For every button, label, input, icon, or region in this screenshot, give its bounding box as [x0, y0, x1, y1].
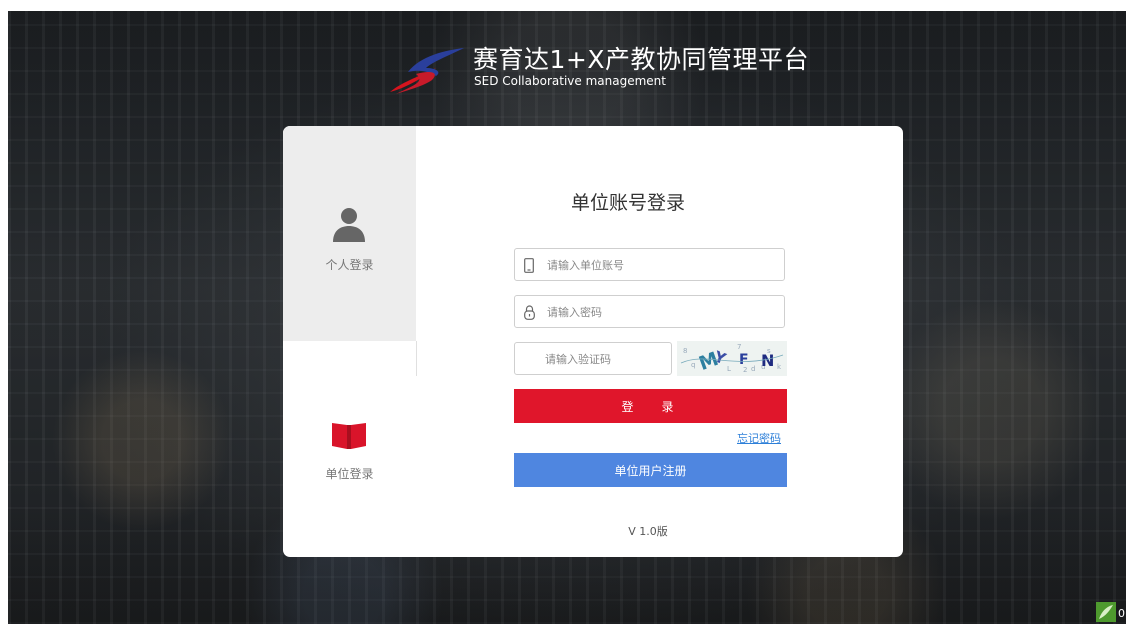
svg-text:q: q — [691, 361, 695, 369]
lock-icon — [524, 305, 535, 320]
svg-text:d: d — [751, 365, 755, 373]
swoosh-logo-icon — [390, 48, 464, 94]
svg-text:7: 7 — [737, 343, 741, 351]
svg-text:N: N — [761, 351, 774, 370]
tab-personal-login[interactable]: 个人登录 — [283, 126, 416, 341]
captcha-graphic: 8q7 dsk L2u M Y F N — [680, 343, 784, 375]
svg-text:k: k — [777, 363, 782, 371]
password-input[interactable] — [545, 296, 779, 329]
svg-text:8: 8 — [683, 347, 687, 355]
captcha-input[interactable] — [543, 343, 667, 376]
app-subtitle: SED Collaborative management — [474, 74, 666, 88]
personal-login-label: 个人登录 — [325, 258, 374, 272]
svg-text:F: F — [739, 352, 749, 368]
tab-unit-login[interactable]: 单位登录 — [283, 341, 416, 557]
corner-text: 0.0 — [1118, 607, 1134, 620]
captcha-image[interactable]: 8q7 dsk L2u M Y F N — [677, 341, 787, 376]
unit-register-button[interactable]: 单位用户注册 — [514, 453, 787, 487]
app-title: 赛育达1+X产教协同管理平台 — [473, 45, 809, 74]
version-label: V 1.0版 — [628, 525, 668, 538]
leaf-icon — [1096, 602, 1116, 622]
unit-login-label: 单位登录 — [325, 467, 374, 481]
book-icon — [332, 423, 366, 449]
sidebar-divider — [416, 341, 417, 376]
account-input[interactable] — [545, 249, 779, 282]
svg-text:L: L — [727, 365, 731, 373]
captcha-field — [514, 342, 672, 376]
phone-icon — [524, 258, 534, 273]
form-title: 单位账号登录 — [570, 192, 685, 214]
password-field — [514, 295, 785, 329]
person-icon — [333, 208, 365, 242]
login-button[interactable]: 登录 — [514, 389, 787, 423]
forgot-password-link[interactable]: 忘记密码 — [737, 430, 781, 446]
account-field — [514, 248, 785, 282]
login-card: 个人登录 单位登录 单位账号登录 8q7 dsk — [283, 126, 903, 557]
